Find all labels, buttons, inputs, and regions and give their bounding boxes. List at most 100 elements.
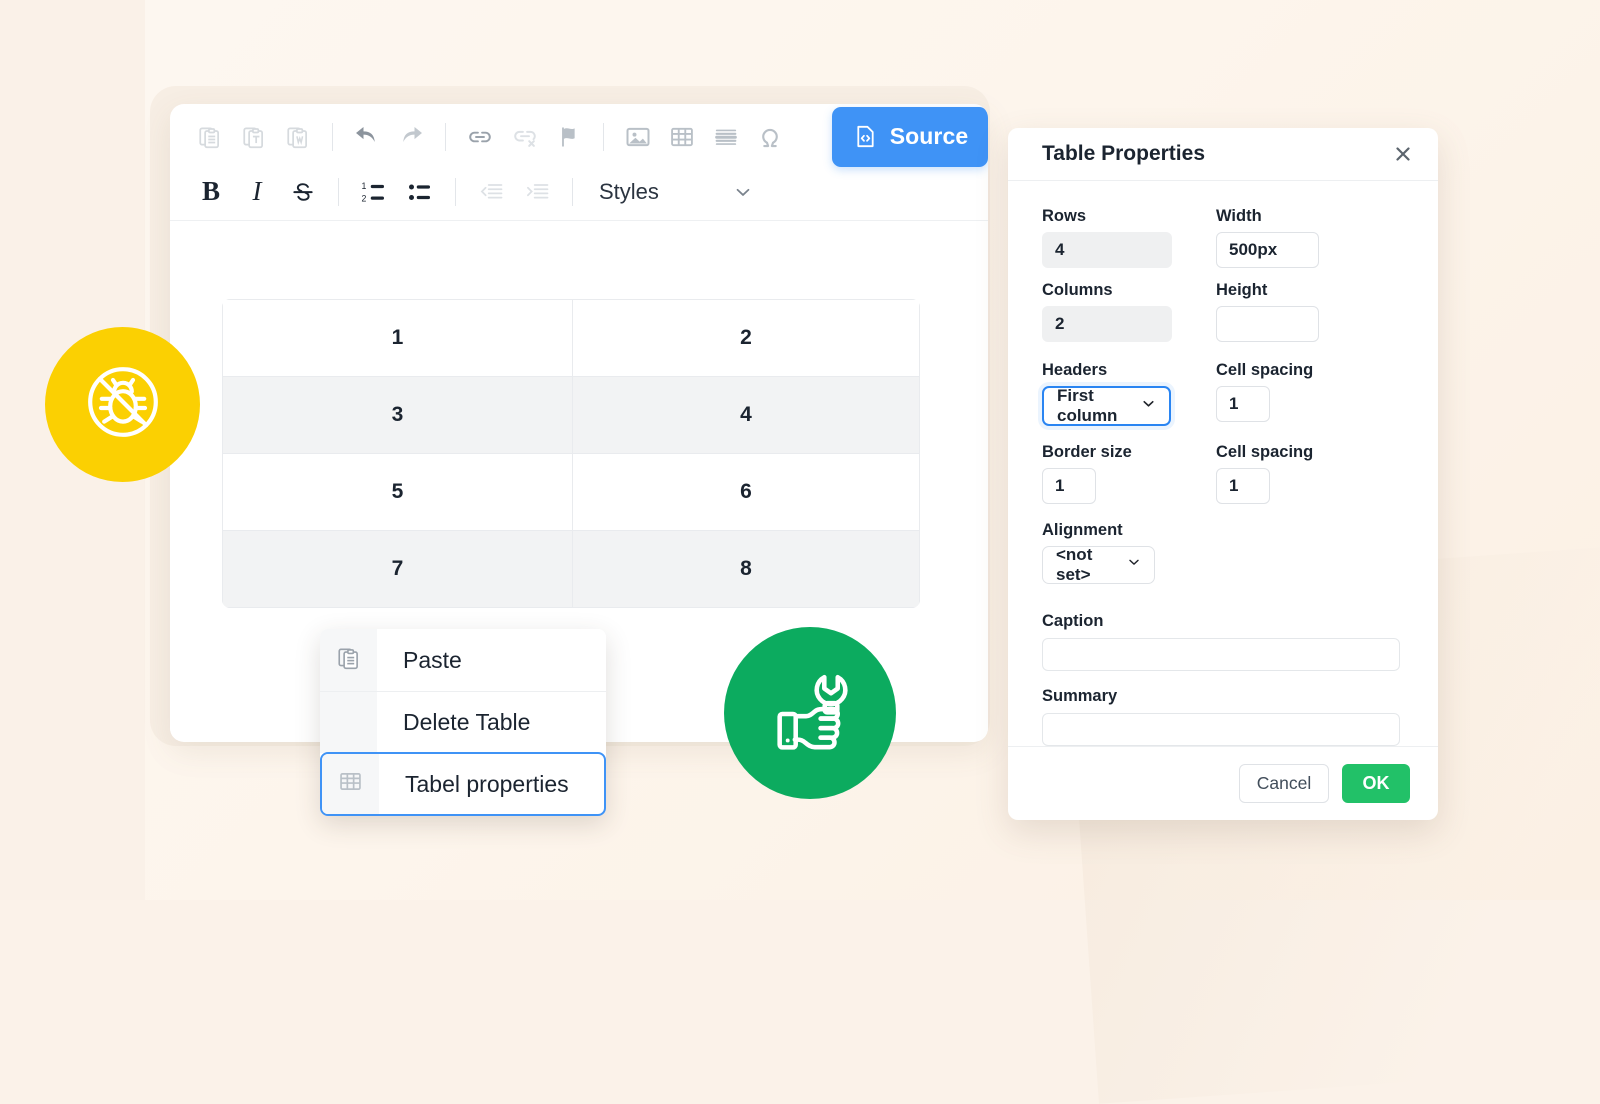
context-menu-item-label: Delete Table — [377, 709, 530, 736]
table-cell[interactable]: 3 — [223, 377, 573, 454]
special-character-icon[interactable] — [748, 115, 792, 159]
table-properties-dialog: Table Properties Rows 4 Width 500px Colu… — [1008, 128, 1438, 820]
dialog-title: Table Properties — [1042, 142, 1205, 166]
content-table: 1 2 3 4 5 6 7 8 — [222, 299, 920, 608]
table-cell[interactable]: 2 — [573, 300, 920, 377]
cell-spacing-2-input[interactable]: 1 — [1216, 468, 1270, 504]
alignment-select[interactable]: <not set> — [1042, 546, 1155, 584]
dialog-footer: Cancel OK — [1008, 746, 1438, 820]
table-cell[interactable]: 7 — [223, 531, 573, 608]
field-label-summary: Summary — [1042, 687, 1404, 706]
cancel-button[interactable]: Cancel — [1239, 764, 1329, 803]
table-cell[interactable]: 8 — [573, 531, 920, 608]
field-rows: Rows 4 — [1042, 207, 1216, 268]
no-bug-icon — [75, 354, 171, 455]
decrease-indent-icon[interactable] — [468, 170, 514, 214]
toolbar-separator — [572, 178, 573, 206]
field-label-height: Height — [1216, 281, 1390, 300]
dialog-body: Rows 4 Width 500px Columns 2 Height — [1008, 181, 1438, 746]
field-label-rows: Rows — [1042, 207, 1216, 226]
bulleted-list-icon[interactable] — [397, 170, 443, 214]
alignment-select-value: <not set> — [1056, 545, 1126, 585]
context-menu-item-table-properties[interactable]: Tabel properties — [320, 752, 606, 816]
table-context-menu: Paste Delete Table Tabel properties — [320, 629, 606, 816]
field-cell-spacing-1: Cell spacing 1 — [1216, 361, 1390, 426]
bold-icon[interactable]: B — [188, 170, 234, 214]
context-menu-item-delete-table[interactable]: Delete Table — [320, 691, 606, 753]
field-label-cell-spacing-1: Cell spacing — [1216, 361, 1390, 380]
context-menu-item-paste[interactable]: Paste — [320, 629, 606, 691]
svg-text:1: 1 — [362, 181, 367, 191]
horizontal-rule-icon[interactable] — [704, 115, 748, 159]
source-button[interactable]: Source — [832, 107, 988, 167]
toolbar-separator — [455, 178, 456, 206]
field-cell-spacing-2: Cell spacing 1 — [1216, 443, 1390, 504]
field-row-columns-height: Columns 2 Height — [1042, 281, 1404, 342]
chevron-down-icon — [1126, 554, 1142, 575]
field-row-rows-width: Rows 4 Width 500px — [1042, 207, 1404, 268]
field-width: Width 500px — [1216, 207, 1390, 268]
paste-icon[interactable] — [188, 115, 232, 159]
context-menu-icon-gutter — [320, 692, 377, 753]
cell-spacing-1-input[interactable]: 1 — [1216, 386, 1270, 422]
anchor-flag-icon[interactable] — [547, 115, 591, 159]
height-input[interactable] — [1216, 306, 1319, 342]
source-code-file-icon — [852, 123, 879, 150]
table-cell[interactable]: 4 — [573, 377, 920, 454]
editor-toolbar-row-1: Source — [170, 104, 988, 163]
field-label-headers: Headers — [1042, 361, 1216, 380]
table-cell[interactable]: 5 — [223, 454, 573, 531]
table-icon[interactable] — [660, 115, 704, 159]
spacer — [1042, 342, 1404, 361]
close-icon[interactable] — [1390, 141, 1416, 167]
hand-holding-wrench-icon — [758, 659, 862, 768]
svg-text:2: 2 — [362, 193, 367, 203]
paste-from-word-icon[interactable] — [276, 115, 320, 159]
spacer — [1042, 268, 1404, 281]
italic-icon[interactable]: I — [234, 170, 280, 214]
redo-icon[interactable] — [389, 115, 433, 159]
context-menu-item-label: Paste — [377, 647, 462, 674]
field-headers: Headers First column — [1042, 361, 1216, 426]
bold-glyph: B — [202, 176, 220, 207]
ok-button[interactable]: OK — [1342, 764, 1410, 803]
columns-input[interactable]: 2 — [1042, 306, 1172, 342]
caption-input[interactable] — [1042, 638, 1400, 671]
width-input[interactable]: 500px — [1216, 232, 1319, 268]
paste-as-text-icon[interactable] — [232, 115, 276, 159]
editor-toolbar-row-2: B I 1 2 — [170, 163, 988, 221]
spacer — [1042, 584, 1404, 612]
unlink-icon[interactable] — [502, 115, 546, 159]
field-label-caption: Caption — [1042, 612, 1404, 631]
styles-dropdown[interactable]: Styles — [585, 170, 768, 214]
field-columns: Columns 2 — [1042, 281, 1216, 342]
no-bug-badge — [45, 327, 200, 482]
table-cell[interactable]: 6 — [573, 454, 920, 531]
link-icon[interactable] — [458, 115, 502, 159]
image-icon[interactable] — [616, 115, 660, 159]
field-label-cell-spacing-2: Cell spacing — [1216, 443, 1390, 462]
headers-select-value: First column — [1057, 386, 1140, 426]
summary-input[interactable] — [1042, 713, 1400, 746]
field-row-headers-cellspacing: Headers First column Cell spacing 1 — [1042, 361, 1404, 426]
table-grid-icon — [337, 768, 364, 800]
toolbar-separator — [338, 178, 339, 206]
field-row-bordersize-cellspacing2: Border size 1 Cell spacing 1 — [1042, 443, 1404, 504]
headers-select[interactable]: First column — [1042, 386, 1171, 426]
rows-input[interactable]: 4 — [1042, 232, 1172, 268]
context-menu-item-label: Tabel properties — [379, 771, 569, 798]
clipboard-paste-icon — [336, 645, 362, 676]
toolbar-separator — [332, 123, 333, 151]
table-cell[interactable]: 1 — [223, 300, 573, 377]
border-size-input[interactable]: 1 — [1042, 468, 1096, 504]
field-label-width: Width — [1216, 207, 1390, 226]
italic-glyph: I — [253, 176, 262, 207]
spacer — [1042, 426, 1404, 443]
table-row: 5 6 — [223, 454, 920, 531]
table-row: 1 2 — [223, 300, 920, 377]
strikethrough-icon[interactable] — [280, 170, 326, 214]
spacer — [1042, 671, 1404, 687]
numbered-list-icon[interactable]: 1 2 — [351, 170, 397, 214]
undo-icon[interactable] — [345, 115, 389, 159]
increase-indent-icon[interactable] — [514, 170, 560, 214]
